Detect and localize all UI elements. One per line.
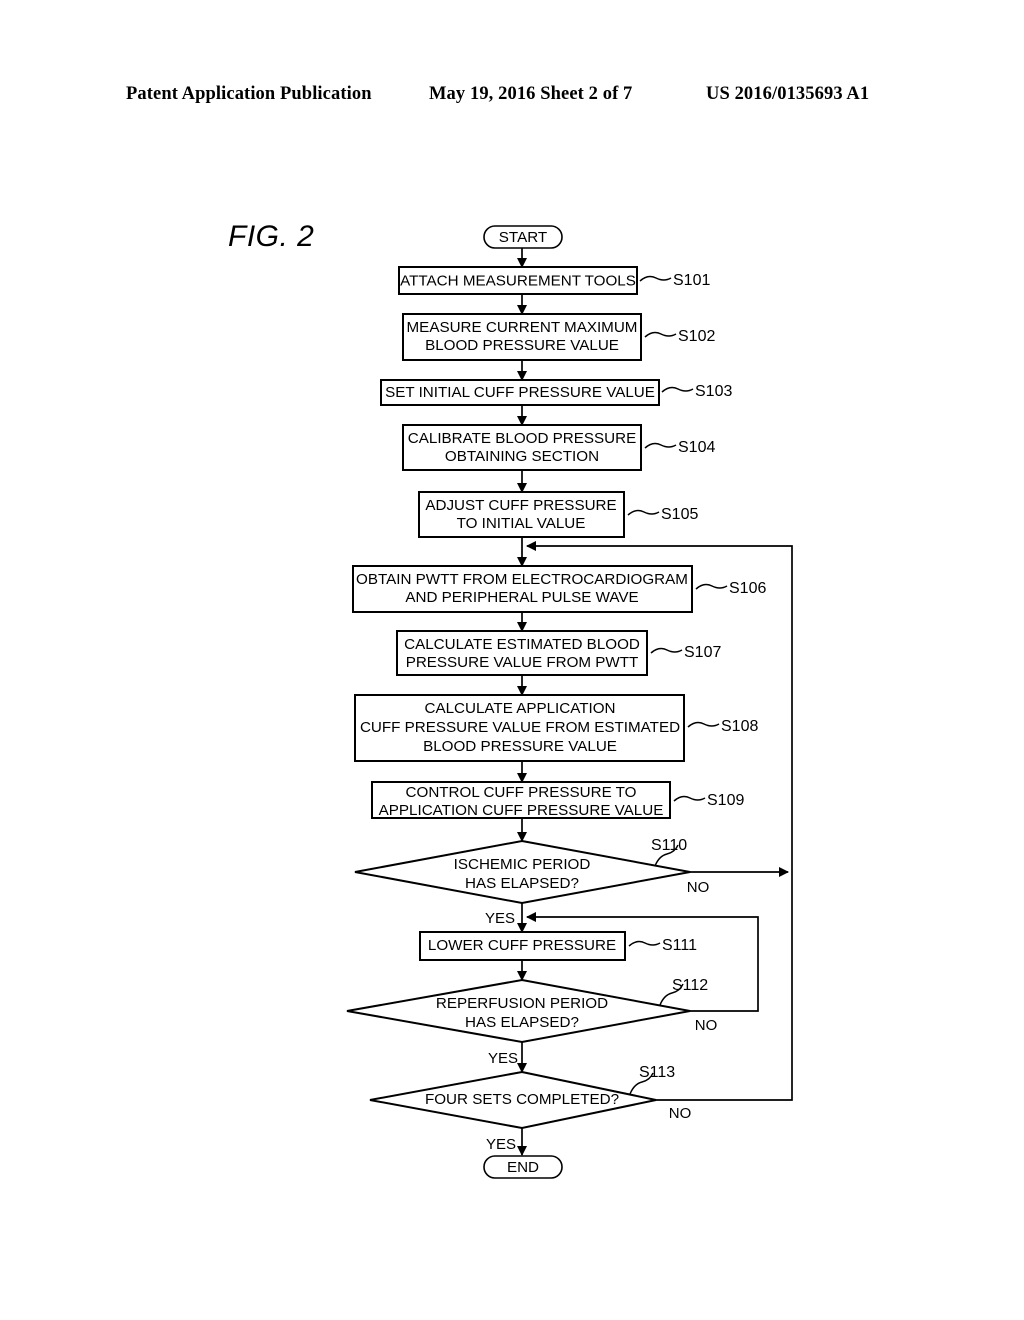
s107-id: S107 xyxy=(684,644,721,661)
flow-node-s113[interactable]: FOUR SETS COMPLETED? xyxy=(369,1070,657,1130)
s105-line-2: TO INITIAL VALUE xyxy=(457,515,586,532)
step-label-s109: S109 xyxy=(673,792,744,809)
flow-node-s105[interactable]: ADJUST CUFF PRESSURE TO INITIAL VALUE xyxy=(418,491,625,538)
s108-id: S108 xyxy=(721,718,758,735)
step-label-s112: S112 xyxy=(659,977,708,1006)
s102-line-2: BLOOD PRESSURE VALUE xyxy=(425,337,619,354)
s103-line-1: SET INITIAL CUFF PRESSURE VALUE xyxy=(385,384,655,401)
s104-line-2: OBTAINING SECTION xyxy=(445,448,599,465)
s109-line-2: APPLICATION CUFF PRESSURE VALUE xyxy=(379,802,664,819)
flowchart-diagram: START ATTACH MEASUREMENT TOOLS S101 MEAS… xyxy=(346,225,793,1179)
s113-yes-label: YES xyxy=(486,1136,516,1153)
step-label-s105: S105 xyxy=(627,506,698,523)
flow-node-end[interactable]: END xyxy=(483,1155,563,1179)
s110-no-label: NO xyxy=(687,879,710,896)
patent-page: Patent Application Publication May 19, 2… xyxy=(0,0,1024,1320)
step-label-s102: S102 xyxy=(644,328,715,345)
s112-no-label: NO xyxy=(695,1017,718,1034)
start-label: START xyxy=(499,229,547,246)
s102-id: S102 xyxy=(678,328,715,345)
s113-no-label: NO xyxy=(669,1105,692,1122)
step-label-s107: S107 xyxy=(650,644,721,661)
s112-id: S112 xyxy=(672,977,708,994)
s108-line-3: BLOOD PRESSURE VALUE xyxy=(423,738,617,755)
flow-node-s111[interactable]: LOWER CUFF PRESSURE xyxy=(419,931,626,961)
flow-node-s108[interactable]: CALCULATE APPLICATION CUFF PRESSURE VALU… xyxy=(354,694,685,762)
s110-yes-label: YES xyxy=(485,910,515,927)
flow-node-start[interactable]: START xyxy=(483,225,563,249)
s104-id: S104 xyxy=(678,439,715,456)
flow-node-s104[interactable]: CALIBRATE BLOOD PRESSURE OBTAINING SECTI… xyxy=(402,424,642,471)
s104-line-1: CALIBRATE BLOOD PRESSURE xyxy=(408,430,636,447)
s103-id: S103 xyxy=(695,383,732,400)
s101-line-1: ATTACH MEASUREMENT TOOLS xyxy=(400,273,636,290)
s107-line-1: CALCULATE ESTIMATED BLOOD xyxy=(404,636,640,653)
s106-id: S106 xyxy=(729,580,766,597)
step-label-s103: S103 xyxy=(661,383,732,400)
s106-line-1: OBTAIN PWTT FROM ELECTROCARDIOGRAM xyxy=(356,571,688,588)
step-label-s108: S108 xyxy=(687,718,758,735)
s111-line-1: LOWER CUFF PRESSURE xyxy=(428,937,616,954)
s113-id: S113 xyxy=(639,1064,675,1081)
s105-id: S105 xyxy=(661,506,698,523)
s102-line-1: MEASURE CURRENT MAXIMUM xyxy=(407,319,638,336)
flow-node-s109[interactable]: CONTROL CUFF PRESSURE TO APPLICATION CUF… xyxy=(371,781,671,819)
s110-line-2: HAS ELAPSED? xyxy=(465,875,579,892)
end-label: END xyxy=(507,1159,539,1176)
flow-node-s106[interactable]: OBTAIN PWTT FROM ELECTROCARDIOGRAM AND P… xyxy=(352,565,693,613)
s105-line-1: ADJUST CUFF PRESSURE xyxy=(425,497,616,514)
step-label-s106: S106 xyxy=(695,580,766,597)
s112-line-2: HAS ELAPSED? xyxy=(465,1014,579,1031)
s109-id: S109 xyxy=(707,792,744,809)
s111-id: S111 xyxy=(662,937,697,954)
s112-line-1: REPERFUSION PERIOD xyxy=(436,995,608,1012)
s110-line-1: ISCHEMIC PERIOD xyxy=(454,856,591,873)
s108-line-2: CUFF PRESSURE VALUE FROM ESTIMATED xyxy=(360,719,680,736)
s108-line-1: CALCULATE APPLICATION xyxy=(424,700,615,717)
s107-line-2: PRESSURE VALUE FROM PWTT xyxy=(406,654,639,671)
flow-node-s107[interactable]: CALCULATE ESTIMATED BLOOD PRESSURE VALUE… xyxy=(396,630,648,676)
step-label-s113: S113 xyxy=(629,1064,675,1095)
step-label-s111: S111 xyxy=(628,937,697,954)
s112-yes-label: YES xyxy=(488,1050,518,1067)
flow-node-s103[interactable]: SET INITIAL CUFF PRESSURE VALUE xyxy=(380,379,660,406)
s113-line-1: FOUR SETS COMPLETED? xyxy=(425,1091,619,1108)
flow-node-s101[interactable]: ATTACH MEASUREMENT TOOLS xyxy=(398,266,638,295)
s110-id: S110 xyxy=(651,837,687,854)
step-label-s101: S101 xyxy=(639,272,710,289)
s109-line-1: CONTROL CUFF PRESSURE TO xyxy=(406,784,637,801)
step-label-s110: S110 xyxy=(651,837,687,867)
flow-node-s112[interactable]: REPERFUSION PERIOD HAS ELAPSED? xyxy=(346,978,691,1044)
step-label-s104: S104 xyxy=(644,439,715,456)
flow-node-s110[interactable]: ISCHEMIC PERIOD HAS ELAPSED? xyxy=(354,839,691,905)
s106-line-2: AND PERIPHERAL PULSE WAVE xyxy=(405,589,638,606)
s101-id: S101 xyxy=(673,272,710,289)
flow-node-s102[interactable]: MEASURE CURRENT MAXIMUM BLOOD PRESSURE V… xyxy=(402,313,642,361)
